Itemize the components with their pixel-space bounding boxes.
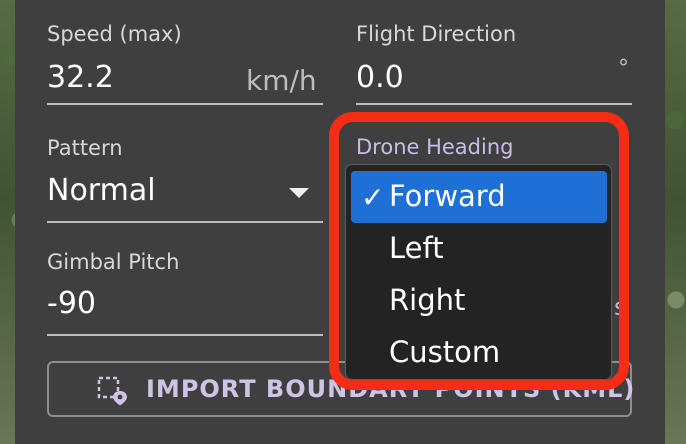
pattern-select[interactable]: Normal: [47, 173, 156, 208]
degree-unit: °: [618, 56, 629, 81]
speed-input[interactable]: 32.2: [47, 60, 114, 95]
option-left[interactable]: Left: [351, 223, 607, 275]
option-label: Right: [389, 283, 466, 317]
speed-unit: km/h: [246, 64, 317, 97]
flight-direction-label: Flight Direction: [356, 22, 517, 46]
chevron-down-icon[interactable]: [289, 188, 309, 198]
drone-heading-label: Drone Heading: [356, 135, 514, 159]
gimbal-pitch-input[interactable]: -90: [47, 286, 96, 321]
gimbal-pitch-underline: [47, 334, 323, 336]
speed-underline: [47, 103, 323, 105]
drone-heading-dropdown: ✓ Forward Left Right Custom: [345, 164, 612, 380]
gimbal-pitch-unit-partial: s: [614, 293, 627, 321]
speed-label: Speed (max): [47, 22, 182, 46]
option-custom[interactable]: Custom: [351, 327, 607, 379]
import-kml-icon: [97, 376, 127, 406]
checkmark-icon: ✓: [361, 181, 385, 214]
pattern-label: Pattern: [47, 136, 123, 160]
option-forward[interactable]: ✓ Forward: [351, 171, 607, 223]
option-right[interactable]: Right: [351, 275, 607, 327]
option-label: Custom: [389, 335, 501, 369]
gimbal-pitch-label: Gimbal Pitch: [47, 250, 180, 274]
option-label: Forward: [389, 179, 506, 213]
pattern-underline: [47, 221, 323, 223]
flight-direction-input[interactable]: 0.0: [356, 60, 404, 95]
option-label: Left: [389, 231, 444, 265]
flight-direction-underline: [356, 103, 632, 105]
